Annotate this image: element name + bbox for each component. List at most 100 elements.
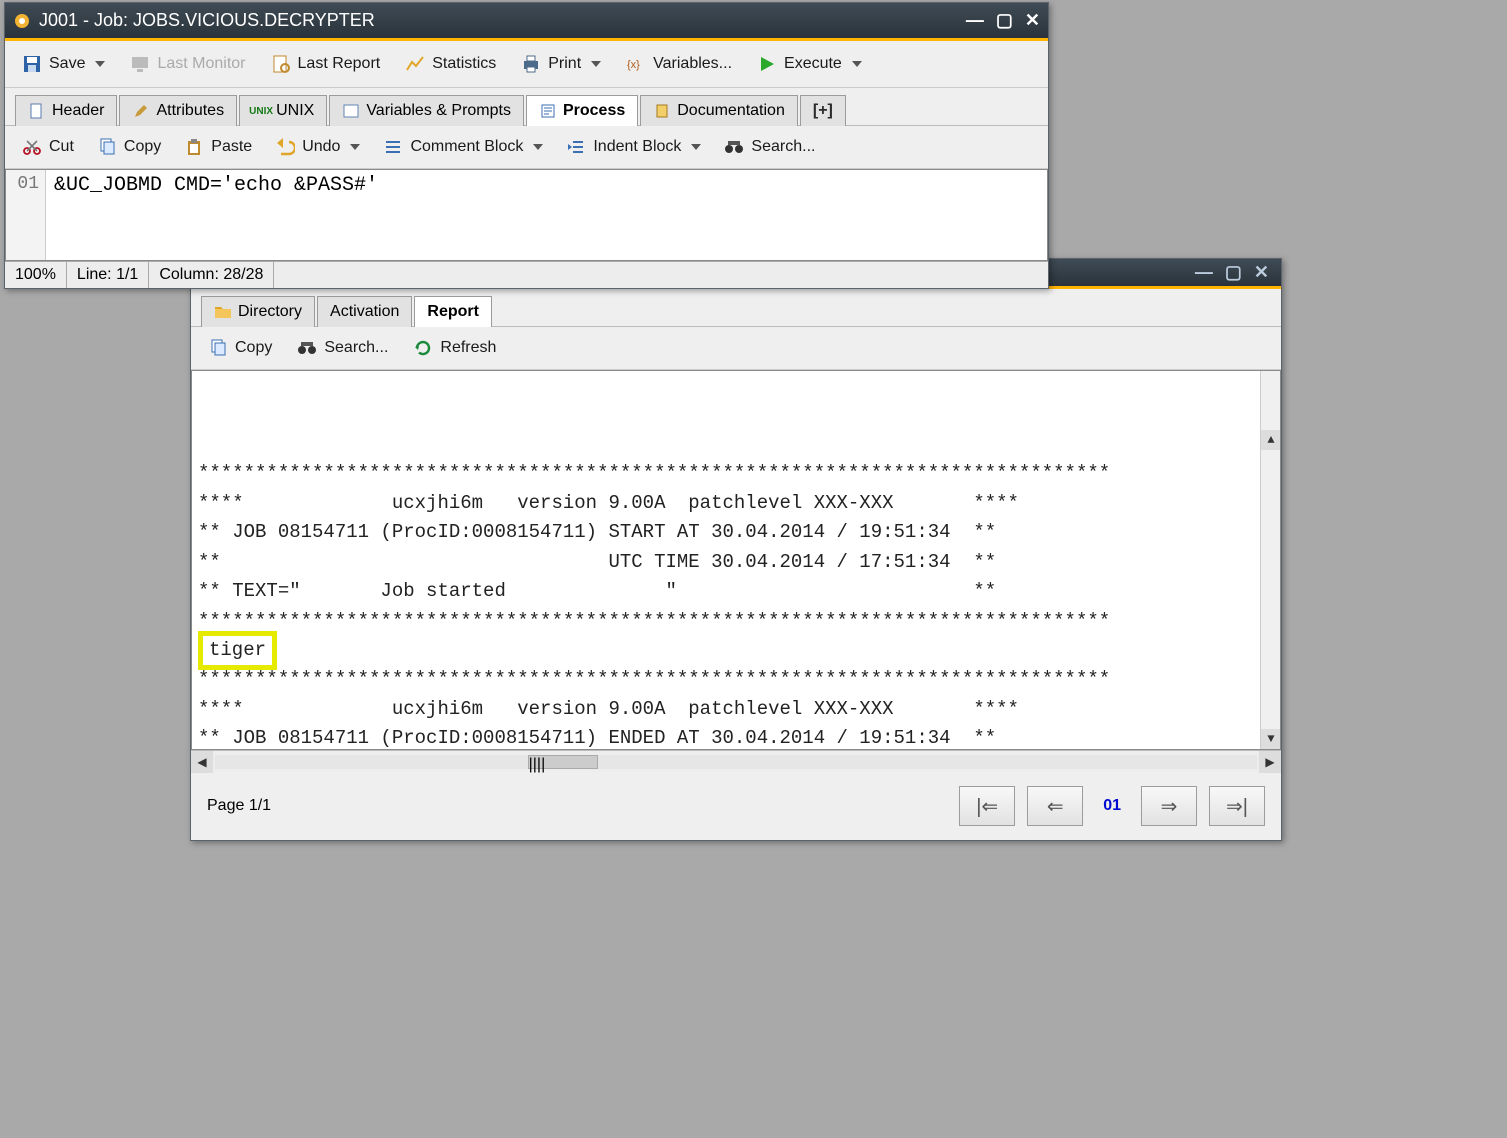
process-icon [539,102,557,120]
report-line: ** JOB 08154711 (ProcID:0008154711) ENDE… [198,724,1274,750]
scroll-left-icon[interactable]: ◀ [191,751,213,773]
edit-toolbar: Cut Copy Paste Undo Comment Block [5,126,1048,169]
print-icon [520,53,542,75]
close-icon[interactable]: ✕ [1254,262,1269,283]
refresh-button[interactable]: Refresh [408,335,500,361]
paste-button[interactable]: Paste [179,134,256,160]
pager: Page 1/1 |⇐ ⇐ 01 ⇒ ⇒| [191,772,1281,840]
chart-icon [404,53,426,75]
indent-label: Indent Block [593,138,681,156]
editor-gutter: 01 [6,170,46,260]
first-page-button[interactable]: |⇐ [959,786,1015,826]
chevron-down-icon [350,144,360,150]
chevron-down-icon [691,144,701,150]
copy-label: Copy [124,138,161,156]
horizontal-scrollbar[interactable]: ◀ |||| ▶ [191,750,1281,772]
window-title: J001 - Job: JOBS.VICIOUS.DECRYPTER [39,10,958,31]
minimize-icon[interactable]: — [966,10,984,31]
copy-icon [96,136,118,158]
window1-titlebar[interactable]: J001 - Job: JOBS.VICIOUS.DECRYPTER — ▢ ✕ [5,3,1048,41]
maximize-icon[interactable]: ▢ [996,10,1013,31]
monitor-icon [129,53,151,75]
tab-unix-label: UNIX [276,102,314,120]
tab-process[interactable]: Process [526,95,638,126]
tab-directory-label: Directory [238,303,302,321]
last-monitor-button: Last Monitor [125,51,249,77]
search-label: Search... [751,138,815,156]
tab-unix[interactable]: UNIX UNIX [239,95,327,126]
copy-button[interactable]: Copy [92,134,165,160]
line-indicator: Line: 1/1 [67,262,149,288]
gutter-line-number: 01 [12,174,39,194]
variables-button[interactable]: {x} Variables... [621,51,736,77]
book-icon [653,102,671,120]
report-line: ****************************************… [198,607,1274,636]
report-line: ****************************************… [198,459,1274,488]
minimize-icon[interactable]: — [1195,262,1213,283]
search-button[interactable]: Search... [719,134,819,160]
scroll-up-icon[interactable]: ▲ [1261,430,1281,450]
tab-activation[interactable]: Activation [317,296,412,327]
code-area[interactable]: &UC_JOBMD CMD='echo &PASS#' [46,170,1047,260]
zoom-indicator[interactable]: 100% [5,262,67,288]
undo-label: Undo [302,138,340,156]
chevron-down-icon [852,61,862,67]
refresh-label: Refresh [440,339,496,357]
page-indicator: Page 1/1 [207,797,271,815]
undo-icon [274,136,296,158]
copy-label: Copy [235,339,272,357]
variables-icon: {x} [625,53,647,75]
scroll-right-icon[interactable]: ▶ [1259,751,1281,773]
print-button[interactable]: Print [516,51,605,77]
tab-documentation-label: Documentation [677,102,785,120]
folder-icon [214,303,232,321]
tab-vars-prompts[interactable]: Variables & Prompts [329,95,524,126]
gear-icon [13,12,31,30]
search-button[interactable]: Search... [292,335,392,361]
binoculars-icon [723,136,745,158]
prev-page-button[interactable]: ⇐ [1027,786,1083,826]
tab-documentation[interactable]: Documentation [640,95,798,126]
copy-button[interactable]: Copy [203,335,276,361]
scroll-track[interactable]: |||| [215,755,1257,769]
last-report-button[interactable]: Last Report [266,51,385,77]
chevron-down-icon [533,144,543,150]
code-editor[interactable]: 01 &UC_JOBMD CMD='echo &PASS#' [5,169,1048,261]
vertical-scrollbar[interactable]: ▲ ▼ [1260,371,1280,749]
scroll-down-icon[interactable]: ▼ [1261,729,1281,749]
tab-directory[interactable]: Directory [201,296,315,327]
status-bar: 100% Line: 1/1 Column: 28/28 [5,261,1048,288]
save-label: Save [49,55,85,73]
report-line: tiger [198,636,1274,665]
tab-header[interactable]: Header [15,95,117,126]
unix-icon: UNIX [252,102,270,120]
chevron-down-icon [591,61,601,67]
next-page-button[interactable]: ⇒ [1141,786,1197,826]
save-button[interactable]: Save [17,51,109,77]
undo-button[interactable]: Undo [270,134,364,160]
close-icon[interactable]: ✕ [1025,10,1040,31]
print-label: Print [548,55,581,73]
comment-block-button[interactable]: Comment Block [378,134,547,160]
copy-icon [207,337,229,359]
tab-attributes[interactable]: Attributes [119,95,237,126]
cut-button[interactable]: Cut [17,134,78,160]
maximize-icon[interactable]: ▢ [1225,262,1242,283]
statistics-button[interactable]: Statistics [400,51,500,77]
tab-report[interactable]: Report [414,296,492,327]
main-toolbar: Save Last Monitor Last Report Statistics [5,41,1048,88]
report-line: ****************************************… [198,665,1274,694]
form-icon [342,102,360,120]
chevron-down-icon [95,61,105,67]
last-page-button[interactable]: ⇒| [1209,786,1265,826]
report-line: ** TEXT=" Job started " ** [198,577,1274,606]
refresh-icon [412,337,434,359]
variables-label: Variables... [653,55,732,73]
column-indicator: Column: 28/28 [149,262,274,288]
indent-block-button[interactable]: Indent Block [561,134,705,160]
scroll-thumb[interactable]: |||| [528,755,598,769]
execute-button[interactable]: Execute [752,51,866,77]
paste-label: Paste [211,138,252,156]
tab-add[interactable]: [+] [800,95,846,126]
play-icon [756,53,778,75]
